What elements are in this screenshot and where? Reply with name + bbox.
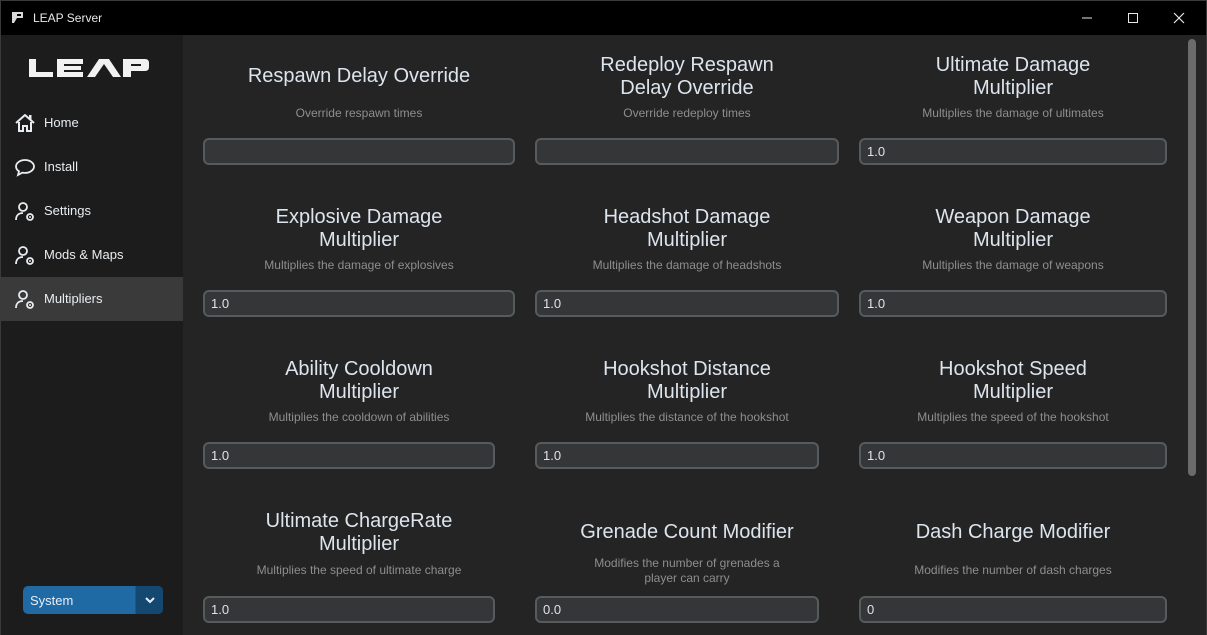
field-explosive-damage-multiplier: Explosive Damage Multiplier Multiplies t… bbox=[203, 187, 515, 319]
sidebar-item-label: Multipliers bbox=[44, 291, 103, 306]
chat-icon bbox=[15, 159, 35, 177]
sidebar-item-home[interactable]: Home bbox=[1, 101, 183, 145]
title-bar[interactable]: LEAP Server bbox=[1, 1, 1206, 35]
field-title: Hookshot Distance Multiplier bbox=[603, 358, 771, 403]
close-icon bbox=[1173, 12, 1185, 24]
leap-logo bbox=[29, 59, 149, 77]
field-title: Dash Charge Modifier bbox=[915, 521, 1111, 543]
field-hookshot-distance-multiplier: Hookshot Distance Multiplier Multiplies … bbox=[535, 339, 839, 471]
field-title: Ultimate Damage Multiplier bbox=[935, 54, 1091, 99]
sidebar-item-mods-maps[interactable]: Mods & Maps bbox=[1, 233, 183, 277]
field-title: Grenade Count Modifier bbox=[580, 521, 794, 543]
field-dash-charge-modifier: Dash Charge Modifier Modifies the number… bbox=[859, 491, 1167, 623]
field-description: Multiplies the distance of the hookshot bbox=[585, 410, 789, 424]
minimize-icon bbox=[1082, 17, 1092, 19]
field-title: Ultimate ChargeRate Multiplier bbox=[265, 510, 453, 555]
appearance-mode-select[interactable]: System bbox=[23, 586, 163, 614]
ultimate-chargerate-input[interactable] bbox=[203, 596, 495, 623]
field-description: Multiplies the damage of weapons bbox=[922, 258, 1104, 272]
user-gear-icon bbox=[15, 246, 34, 265]
ultimate-damage-input[interactable] bbox=[859, 138, 1167, 165]
close-button[interactable] bbox=[1156, 1, 1202, 35]
user-gear-icon bbox=[15, 202, 34, 221]
field-title: Ability Cooldown Multiplier bbox=[285, 358, 433, 403]
field-description: Multiplies the cooldown of abilities bbox=[268, 410, 450, 424]
window-title: LEAP Server bbox=[33, 11, 103, 25]
grenade-count-input[interactable] bbox=[535, 596, 819, 623]
field-ability-cooldown-multiplier: Ability Cooldown Multiplier Multiplies t… bbox=[203, 339, 515, 471]
ability-cooldown-input[interactable] bbox=[203, 442, 495, 469]
field-title: Hookshot Speed Multiplier bbox=[939, 358, 1087, 403]
field-description: Modifies the number of grenades a player… bbox=[594, 556, 780, 585]
field-title: Redeploy Respawn Delay Override bbox=[600, 54, 774, 99]
maximize-button[interactable] bbox=[1110, 1, 1156, 35]
multipliers-panel: Respawn Delay Override Override respawn … bbox=[183, 35, 1206, 635]
sidebar-item-label: Settings bbox=[44, 203, 91, 218]
sidebar-item-multipliers[interactable]: Multipliers bbox=[1, 277, 183, 321]
weapon-damage-input[interactable] bbox=[859, 290, 1167, 317]
field-title: Headshot Damage Multiplier bbox=[603, 206, 771, 251]
sidebar-item-settings[interactable]: Settings bbox=[1, 189, 183, 233]
minimize-button[interactable] bbox=[1064, 1, 1110, 35]
field-ultimate-damage-multiplier: Ultimate Damage Multiplier Multiplies th… bbox=[859, 35, 1167, 167]
explosive-damage-input[interactable] bbox=[203, 290, 515, 317]
field-description: Override redeploy times bbox=[623, 106, 751, 120]
field-description: Multiplies the speed of the hookshot bbox=[917, 410, 1109, 424]
field-weapon-damage-multiplier: Weapon Damage Multiplier Multiplies the … bbox=[859, 187, 1167, 319]
sidebar-item-label: Mods & Maps bbox=[44, 247, 124, 262]
field-description: Multiplies the damage of ultimates bbox=[922, 106, 1104, 120]
field-headshot-damage-multiplier: Headshot Damage Multiplier Multiplies th… bbox=[535, 187, 839, 319]
hookshot-distance-input[interactable] bbox=[535, 442, 819, 469]
field-description: Modifies the number of dash charges bbox=[914, 563, 1112, 577]
redeploy-respawn-delay-input[interactable] bbox=[535, 138, 839, 165]
field-description: Multiplies the damage of headshots bbox=[592, 258, 782, 272]
hookshot-speed-input[interactable] bbox=[859, 442, 1167, 469]
dropdown-button[interactable] bbox=[135, 586, 163, 614]
chevron-down-icon bbox=[144, 596, 155, 603]
field-description: Multiplies the damage of explosives bbox=[264, 258, 454, 272]
vertical-scrollbar[interactable] bbox=[1188, 39, 1196, 476]
user-gear-icon bbox=[15, 290, 34, 309]
app-logo-icon bbox=[12, 12, 23, 23]
field-title: Weapon Damage Multiplier bbox=[935, 206, 1091, 251]
appearance-mode-value: System bbox=[30, 593, 74, 608]
field-hookshot-speed-multiplier: Hookshot Speed Multiplier Multiplies the… bbox=[859, 339, 1167, 471]
field-description: Multiplies the speed of ultimate charge bbox=[256, 563, 462, 577]
sidebar-item-label: Install bbox=[44, 159, 78, 174]
field-ultimate-chargerate-multiplier: Ultimate ChargeRate Multiplier Multiplie… bbox=[203, 491, 515, 623]
home-icon bbox=[15, 114, 35, 132]
headshot-damage-input[interactable] bbox=[535, 290, 839, 317]
sidebar-item-label: Home bbox=[44, 115, 79, 130]
field-description: Override respawn times bbox=[295, 106, 423, 120]
field-redeploy-respawn-delay-override: Redeploy Respawn Delay Override Override… bbox=[535, 35, 839, 167]
sidebar-item-install[interactable]: Install bbox=[1, 145, 183, 189]
field-respawn-delay-override: Respawn Delay Override Override respawn … bbox=[203, 35, 515, 167]
field-title: Respawn Delay Override bbox=[247, 65, 471, 87]
sidebar: Home Install Settings Mods & Maps Multip… bbox=[1, 35, 183, 635]
dash-charge-input[interactable] bbox=[859, 596, 1167, 623]
app-window: LEAP Server Home Install Settings Mods &… bbox=[0, 0, 1207, 635]
field-title: Explosive Damage Multiplier bbox=[275, 206, 443, 251]
respawn-delay-input[interactable] bbox=[203, 138, 515, 165]
maximize-icon bbox=[1128, 13, 1138, 23]
field-grenade-count-modifier: Grenade Count Modifier Modifies the numb… bbox=[535, 491, 839, 623]
